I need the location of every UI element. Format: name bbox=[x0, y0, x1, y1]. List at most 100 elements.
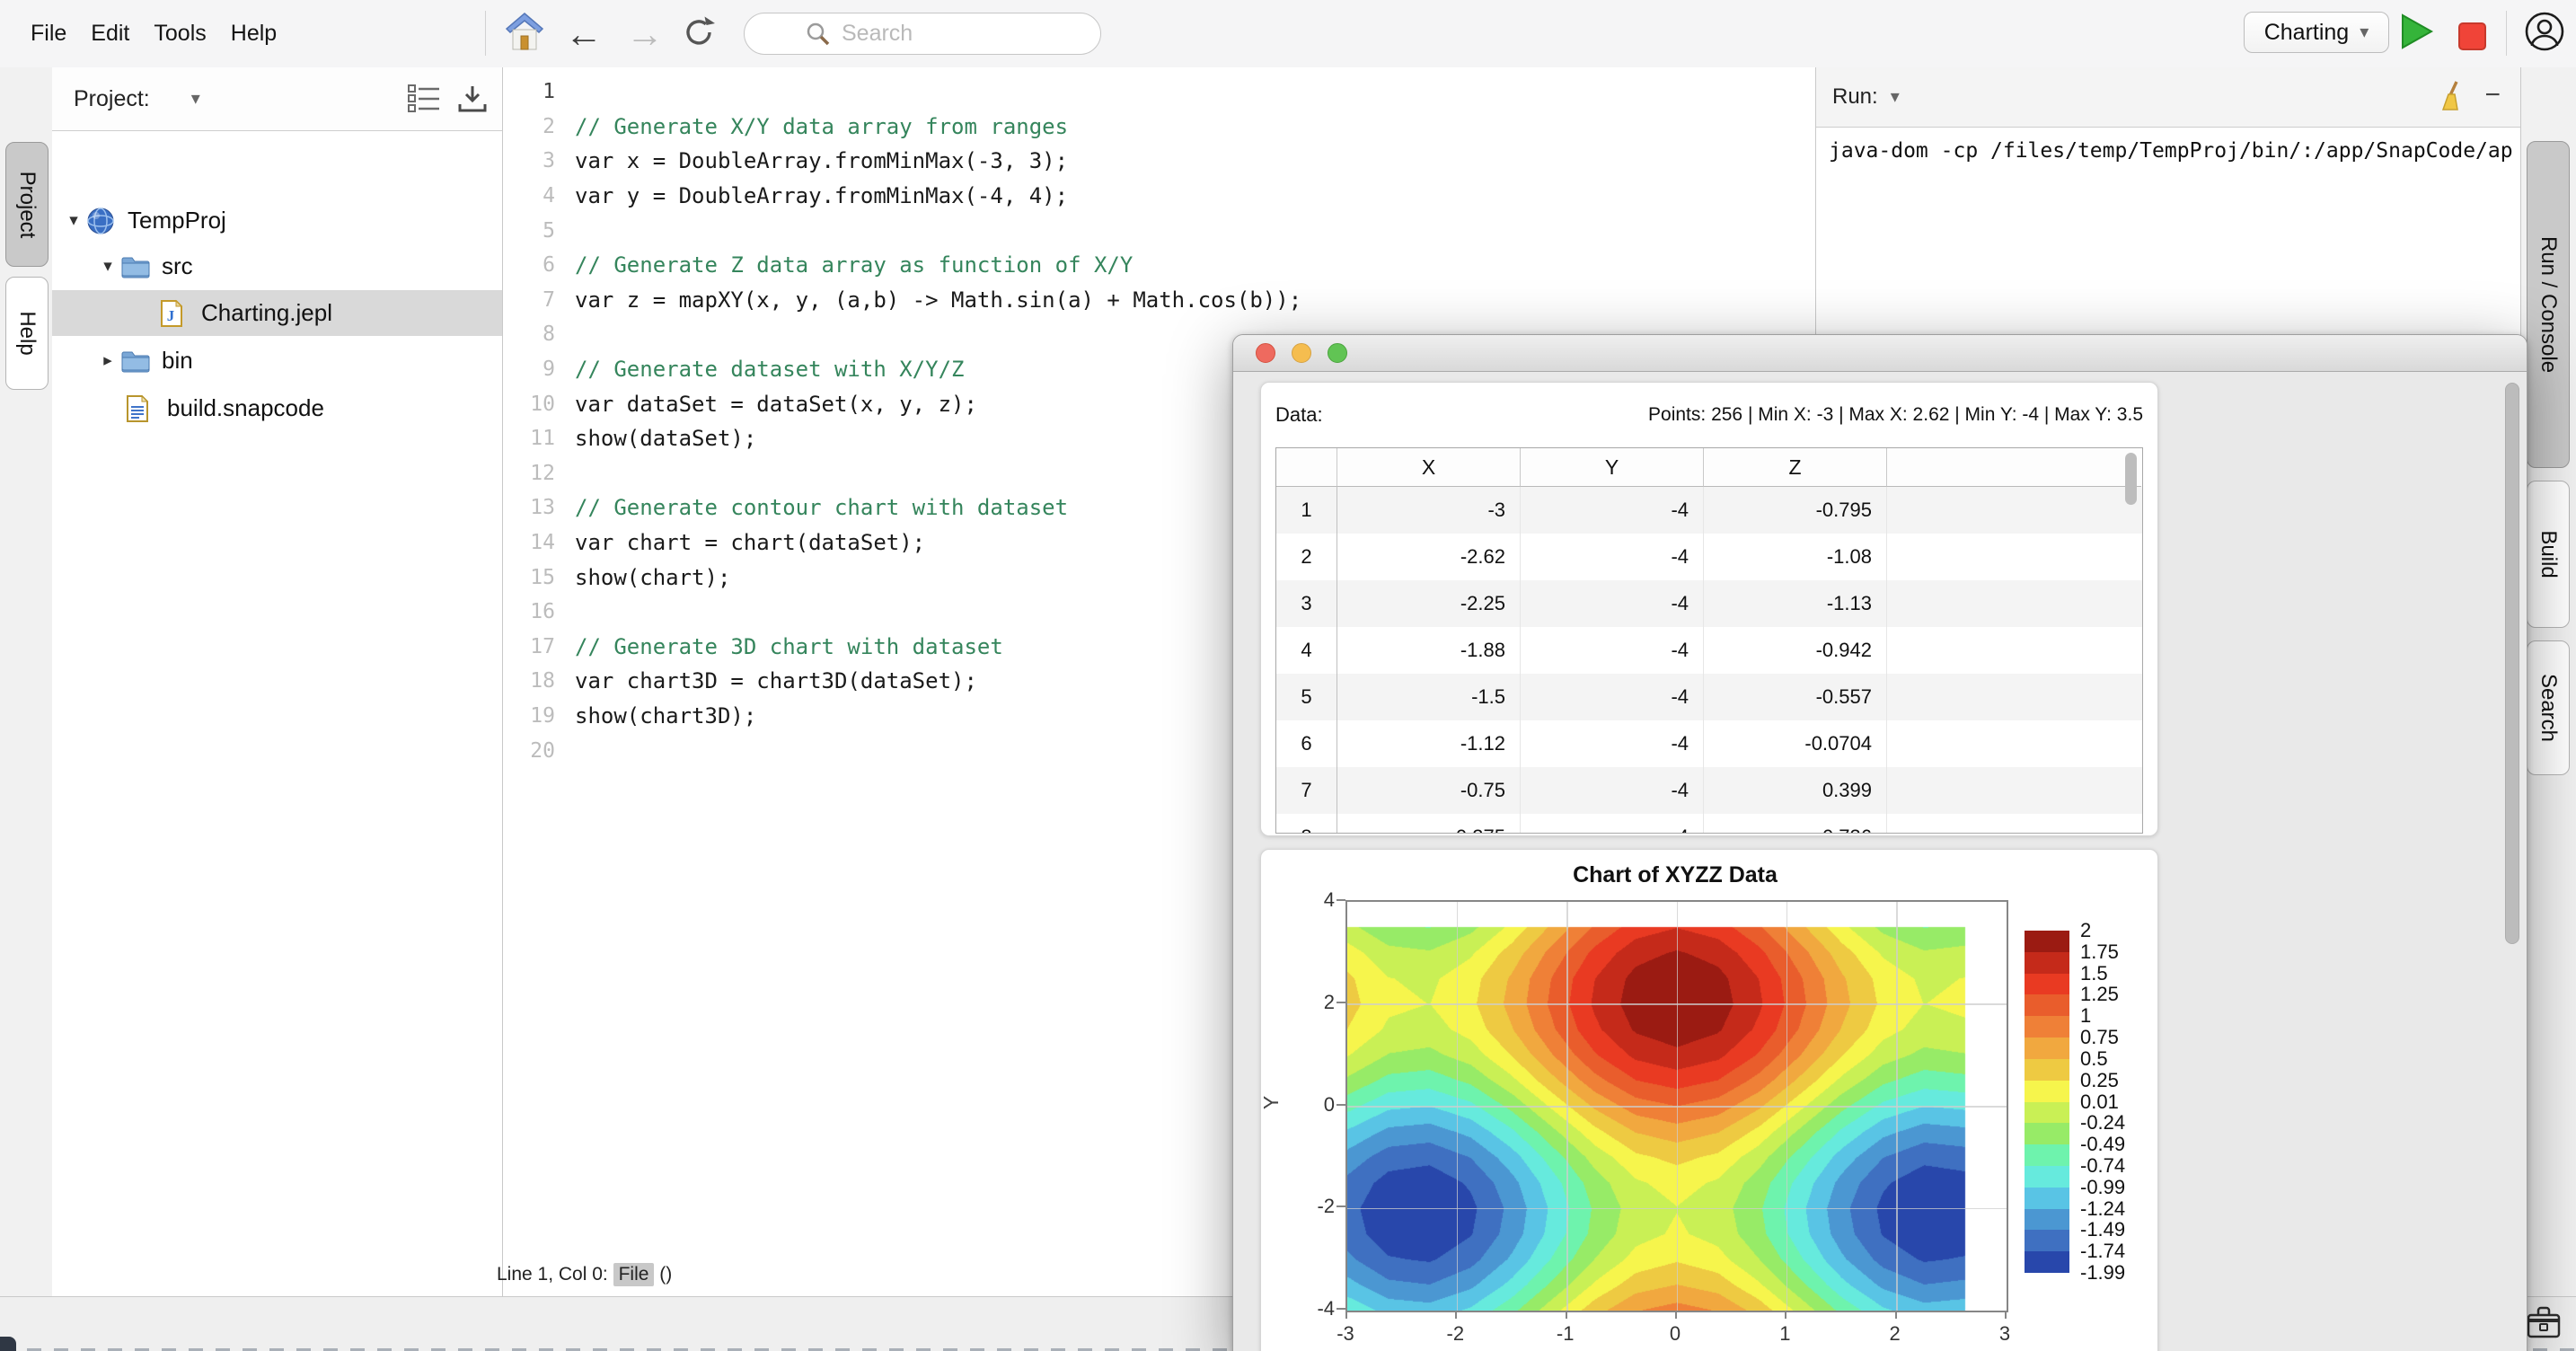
tree-item-charting-jepl[interactable]: J Charting.jepl bbox=[52, 290, 502, 336]
table-header-row: XYZ bbox=[1276, 448, 2142, 487]
colorbar-label: 1.25 bbox=[2080, 983, 2119, 1006]
right-tab-build[interactable]: Build bbox=[2527, 481, 2570, 628]
toolbox-icon[interactable] bbox=[2526, 1302, 2562, 1348]
tree-options-icon[interactable] bbox=[407, 84, 441, 118]
menu-file[interactable]: File bbox=[31, 21, 66, 47]
table-row[interactable]: 2-2.62-4-1.08 bbox=[1276, 534, 2142, 580]
code-comment: // Generate X/Y data array from ranges bbox=[575, 114, 1068, 139]
x-tick-label: 0 bbox=[1648, 1322, 1702, 1346]
table-row[interactable]: 6-1.12-4-0.0704 bbox=[1276, 720, 2142, 767]
table-cell: -1.5 bbox=[1337, 674, 1521, 720]
table-cell: -4 bbox=[1521, 720, 1704, 767]
column-header-empty[interactable] bbox=[1887, 448, 2141, 487]
sidebar-tab-project[interactable]: Project bbox=[5, 142, 49, 267]
status-suffix: () bbox=[654, 1264, 672, 1285]
right-tab-run-console[interactable]: Run / Console bbox=[2527, 141, 2570, 468]
window-titlebar[interactable] bbox=[1233, 335, 2527, 372]
row-number-cell: 7 bbox=[1276, 767, 1337, 814]
colorbar-band bbox=[2025, 952, 2069, 974]
colorbar-label: -0.24 bbox=[2080, 1111, 2125, 1135]
line-number: 10 bbox=[503, 393, 555, 416]
line-number: 6 bbox=[503, 253, 555, 277]
colorbar-band bbox=[2025, 1102, 2069, 1124]
zoom-button[interactable] bbox=[1328, 343, 1347, 363]
x-tick-label: -2 bbox=[1428, 1322, 1482, 1346]
chevron-down-icon[interactable]: ▾ bbox=[1891, 88, 1900, 106]
line-number: 1 bbox=[503, 80, 555, 103]
table-row[interactable]: 3-2.25-4-1.13 bbox=[1276, 580, 2142, 627]
column-header-z[interactable]: Z bbox=[1704, 448, 1887, 487]
data-label: Data: bbox=[1275, 403, 1323, 427]
data-table[interactable]: XYZ1-3-4-0.7952-2.62-4-1.083-2.25-4-1.13… bbox=[1275, 447, 2143, 834]
row-number-cell: 1 bbox=[1276, 487, 1337, 534]
back-button[interactable]: ← bbox=[564, 0, 604, 67]
y-tick-label: 4 bbox=[1270, 887, 1335, 913]
code-text: var x = DoubleArray.fromMinMax(-3, 3); bbox=[575, 148, 1068, 173]
colorbar-label: 0.01 bbox=[2080, 1091, 2119, 1114]
chevron-down-icon[interactable]: ▾ bbox=[97, 256, 119, 277]
menu-tools[interactable]: Tools bbox=[154, 21, 206, 47]
table-row[interactable]: 8-0.375-40.736 bbox=[1276, 814, 2142, 834]
line-number: 14 bbox=[503, 531, 555, 554]
tree-item-label: Charting.jepl bbox=[201, 299, 332, 327]
tree-item-build-snapcode[interactable]: build.snapcode bbox=[52, 385, 502, 431]
code-text: show(dataSet); bbox=[575, 426, 756, 451]
tree-item-bin[interactable]: ▸bin bbox=[52, 338, 502, 384]
line-number: 17 bbox=[503, 635, 555, 658]
colorbar-band bbox=[2025, 1059, 2069, 1081]
minimize-panel-button[interactable]: − bbox=[2484, 80, 2501, 110]
sidebar-tab-help[interactable]: Help bbox=[5, 277, 49, 390]
home-button[interactable] bbox=[503, 0, 546, 67]
table-row[interactable]: 4-1.88-4-0.942 bbox=[1276, 627, 2142, 674]
x-tick bbox=[1566, 1311, 1567, 1319]
table-cell: -1.88 bbox=[1337, 627, 1521, 674]
column-header-x[interactable]: X bbox=[1337, 448, 1521, 487]
chevron-right-icon[interactable]: ▸ bbox=[97, 350, 119, 371]
row-number-header[interactable] bbox=[1276, 448, 1337, 487]
run-button[interactable] bbox=[2398, 0, 2436, 67]
column-header-y[interactable]: Y bbox=[1521, 448, 1704, 487]
chevron-down-icon[interactable]: ▾ bbox=[191, 90, 200, 108]
result-window[interactable]: Data: Points: 256 | Min X: -3 | Max X: 2… bbox=[1232, 334, 2527, 1351]
line-number: 8 bbox=[503, 322, 555, 346]
download-icon[interactable] bbox=[456, 84, 489, 119]
colorbar-label: -0.74 bbox=[2080, 1154, 2125, 1178]
window-scrollbar[interactable] bbox=[2505, 383, 2519, 944]
chart-title: Chart of XYZZ Data bbox=[1345, 862, 2005, 888]
user-icon bbox=[2524, 11, 2565, 57]
gridline-horizontal bbox=[1347, 1106, 2007, 1108]
line-number: 11 bbox=[503, 427, 555, 450]
table-row[interactable]: 7-0.75-40.399 bbox=[1276, 767, 2142, 814]
menu-edit[interactable]: Edit bbox=[91, 21, 129, 47]
code-comment: // Generate Z data array as function of … bbox=[575, 252, 1133, 278]
stop-button[interactable] bbox=[2458, 22, 2486, 50]
minimize-button[interactable] bbox=[1292, 343, 1311, 363]
clear-console-icon[interactable] bbox=[2438, 80, 2465, 117]
tree-item-tempproj[interactable]: ▾TempProj bbox=[52, 198, 502, 243]
colorbar-band bbox=[2025, 1188, 2069, 1209]
table-scrollbar[interactable] bbox=[2125, 453, 2137, 505]
account-button[interactable] bbox=[2523, 0, 2566, 67]
chevron-down-icon[interactable]: ▾ bbox=[63, 210, 84, 231]
table-row[interactable]: 1-3-4-0.795 bbox=[1276, 487, 2142, 534]
close-button[interactable] bbox=[1256, 343, 1275, 363]
forward-button[interactable]: → bbox=[625, 0, 665, 67]
right-tab-search[interactable]: Search bbox=[2527, 640, 2570, 775]
colorbar-label: 2 bbox=[2080, 919, 2091, 942]
dataset-header: Data: Points: 256 | Min X: -3 | Max X: 2… bbox=[1261, 395, 2157, 435]
table-row[interactable]: 5-1.5-4-0.557 bbox=[1276, 674, 2142, 720]
menu-help[interactable]: Help bbox=[231, 21, 277, 47]
line-number: 4 bbox=[503, 184, 555, 208]
tree-item-src[interactable]: ▾src bbox=[52, 243, 502, 289]
code-line-3: 3var x = DoubleArray.fromMinMax(-3, 3); bbox=[503, 144, 1813, 179]
search-input[interactable] bbox=[744, 13, 1101, 55]
play-icon bbox=[2399, 13, 2435, 55]
code-comment: // Generate 3D chart with dataset bbox=[575, 634, 1003, 659]
toolbar-divider bbox=[485, 11, 486, 56]
line-number: 12 bbox=[503, 462, 555, 485]
file-java-icon: J bbox=[160, 299, 183, 328]
refresh-button[interactable] bbox=[679, 0, 719, 67]
table-cell: -4 bbox=[1521, 487, 1704, 534]
row-number-cell: 2 bbox=[1276, 534, 1337, 580]
run-config-select[interactable]: Charting ▾ bbox=[2244, 12, 2389, 53]
